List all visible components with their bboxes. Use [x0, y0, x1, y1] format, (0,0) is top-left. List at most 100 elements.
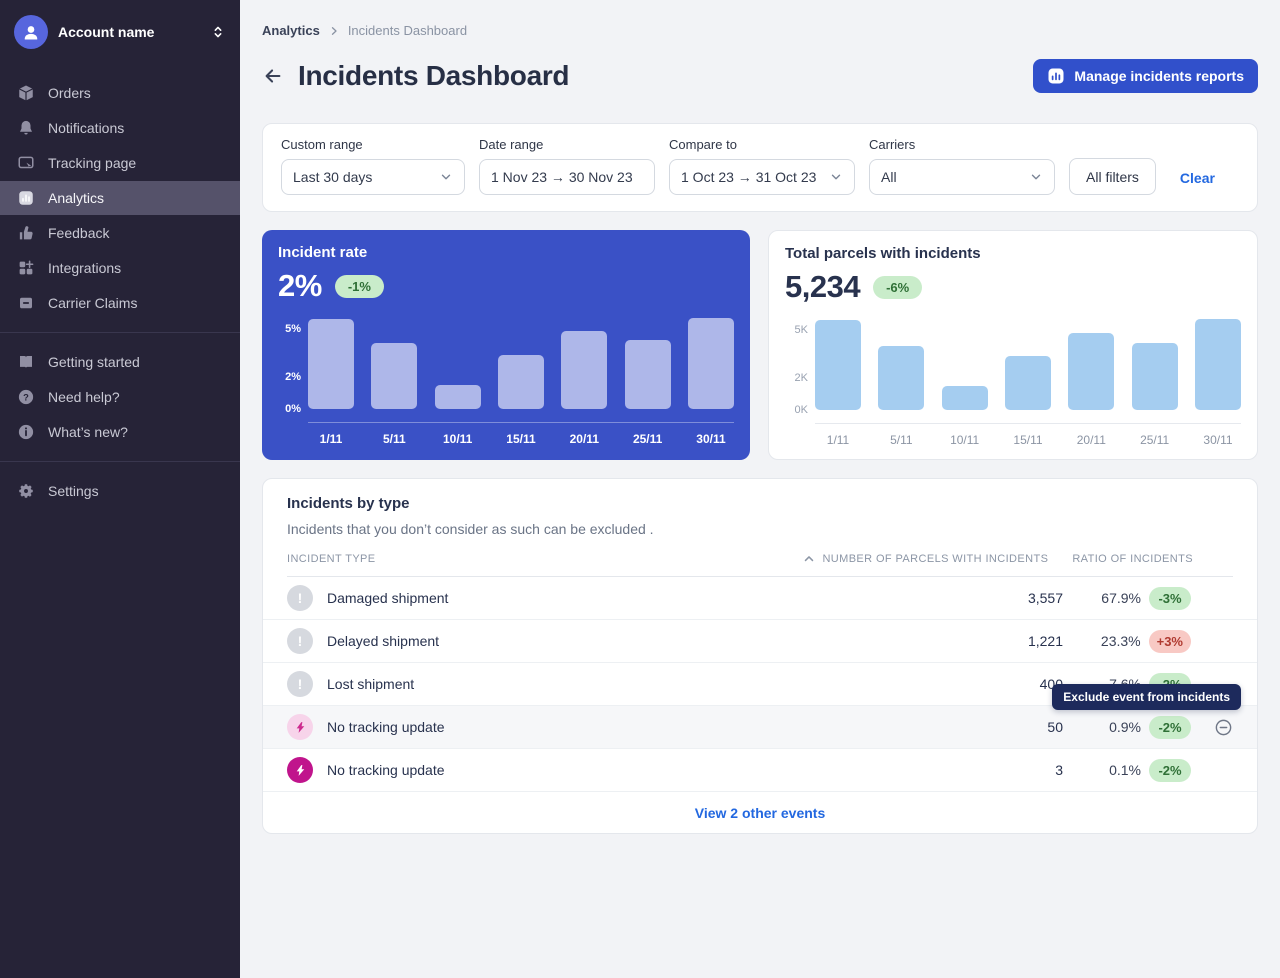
metric-value: 5,234	[785, 269, 860, 305]
metric-value: 2%	[278, 268, 322, 304]
view-other-events-link[interactable]: View 2 other events	[695, 805, 825, 821]
x-tick-label: 30/11	[688, 432, 734, 446]
account-name: Account name	[58, 24, 200, 40]
alert-icon: !	[287, 628, 313, 654]
table-row[interactable]: ! Delayed shipment 1,221 23.3% +3%	[263, 620, 1257, 663]
sidebar-item-carrier-claims[interactable]: Carrier Claims	[0, 286, 240, 320]
analytics-icon	[17, 189, 35, 207]
x-axis-line	[308, 422, 734, 423]
date-range-field: Date range 1 Nov 23 → 30 Nov 23	[479, 137, 655, 195]
incident-type: No tracking update	[327, 719, 445, 735]
minus-circle-icon	[1214, 718, 1233, 737]
sidebar-item-feedback[interactable]: Feedback	[0, 216, 240, 250]
parcels-count: 3,557	[953, 590, 1063, 606]
sort-caret-up-icon[interactable]	[802, 552, 816, 566]
compare-to-field: Compare to 1 Oct 23 → 31 Oct 23	[669, 137, 855, 195]
sidebar-item-label: What’s new?	[48, 424, 128, 440]
table-row[interactable]: ! Damaged shipment 3,557 67.9% -3%	[263, 577, 1257, 620]
custom-range-value: Last 30 days	[293, 169, 372, 185]
table-subtitle: Incidents that you don’t consider as suc…	[287, 521, 1233, 537]
delta-badge: -6%	[873, 276, 922, 299]
sidebar-item-analytics[interactable]: Analytics	[0, 181, 240, 215]
chart-bar	[1132, 343, 1178, 410]
clear-filters-link[interactable]: Clear	[1180, 170, 1215, 186]
bars	[815, 314, 1241, 410]
table-row[interactable]: No tracking update 3 0.1% -2%	[263, 749, 1257, 792]
table-row-hovered[interactable]: No tracking update 50 0.9% -2% Exclude e…	[263, 706, 1257, 749]
y-tick-label: 2%	[285, 371, 301, 383]
chart-title: Incident rate	[278, 244, 734, 261]
chart-bar	[561, 331, 607, 409]
delta-badge: -3%	[1149, 587, 1191, 610]
custom-range-select[interactable]: Last 30 days	[281, 159, 465, 195]
sidebar-divider	[0, 332, 240, 333]
manage-incidents-reports-button[interactable]: Manage incidents reports	[1033, 59, 1258, 93]
incident-type: Damaged shipment	[327, 590, 448, 606]
sidebar-item-notifications[interactable]: Notifications	[0, 111, 240, 145]
carrier-claims-icon	[17, 294, 35, 312]
sidebar-item-whats-new[interactable]: What’s new?	[0, 415, 240, 449]
compare-to-select[interactable]: 1 Oct 23 → 31 Oct 23	[669, 159, 855, 195]
chart-bar	[625, 340, 671, 409]
metric-row: 5,234 -6%	[785, 269, 1241, 305]
arrow-left-icon	[262, 65, 284, 87]
x-tick-label: 1/11	[308, 432, 354, 446]
table-title: Incidents by type	[287, 495, 1233, 512]
sidebar-item-orders[interactable]: Orders	[0, 76, 240, 110]
breadcrumb-analytics[interactable]: Analytics	[262, 23, 320, 38]
main-content: Analytics Incidents Dashboard Incidents …	[240, 0, 1280, 978]
table-header: INCIDENT TYPE NUMBER OF PARCELS WITH INC…	[287, 552, 1233, 577]
chevron-down-icon	[1029, 170, 1043, 184]
y-tick-label: 2K	[795, 372, 808, 384]
sidebar-nav: Orders Notifications Tracking page Analy…	[0, 75, 240, 509]
avatar	[14, 15, 48, 49]
chart-title: Total parcels with incidents	[785, 245, 1241, 262]
date-range-input[interactable]: 1 Nov 23 → 30 Nov 23	[479, 159, 655, 195]
delta-badge: -2%	[1149, 716, 1191, 739]
sidebar-item-settings[interactable]: Settings	[0, 474, 240, 508]
exclude-event-button[interactable]	[1214, 718, 1233, 737]
chevron-up-down-icon[interactable]	[210, 24, 226, 40]
parcels-count: 50	[953, 719, 1063, 735]
col-number-of-parcels[interactable]: NUMBER OF PARCELS WITH INCIDENTS	[822, 553, 1048, 565]
filter-bar: Custom range Last 30 days Date range 1 N…	[262, 123, 1258, 212]
incident-type: No tracking update	[327, 762, 445, 778]
sidebar-item-label: Tracking page	[48, 155, 136, 171]
sidebar-item-label: Orders	[48, 85, 91, 101]
delta-badge: +3%	[1149, 630, 1191, 653]
sidebar-item-need-help[interactable]: ? Need help?	[0, 380, 240, 414]
all-filters-button[interactable]: All filters	[1069, 158, 1156, 195]
alert-icon: !	[287, 671, 313, 697]
account-switcher[interactable]: Account name	[0, 0, 240, 61]
ratio-value: 23.3%	[1101, 633, 1141, 649]
table-footer: View 2 other events	[287, 792, 1233, 833]
chart-bar	[815, 320, 861, 410]
sidebar-item-tracking-page[interactable]: Tracking page	[0, 146, 240, 180]
total-parcels-chart: 0K2K5K 1/115/1110/1115/1120/1125/1130/11	[785, 314, 1241, 447]
alert-icon: !	[287, 585, 313, 611]
sidebar-item-integrations[interactable]: Integrations	[0, 251, 240, 285]
total-parcels-card: Total parcels with incidents 5,234 -6% 0…	[768, 230, 1258, 460]
sidebar-item-getting-started[interactable]: Getting started	[0, 345, 240, 379]
date-range-label: Date range	[479, 137, 655, 152]
x-tick-label: 5/11	[878, 433, 924, 447]
chart-bar	[308, 319, 354, 409]
chart-bar	[688, 318, 734, 409]
carriers-select[interactable]: All	[869, 159, 1055, 195]
chevron-right-icon	[328, 25, 340, 37]
parcels-count: 3	[953, 762, 1063, 778]
bell-icon	[17, 119, 35, 137]
sidebar-item-label: Analytics	[48, 190, 104, 206]
chevron-down-icon	[439, 170, 453, 184]
chart-bar	[878, 346, 924, 410]
incident-rate-chart: 0%2%5% 1/115/1110/1115/1120/1125/1130/11	[278, 313, 734, 446]
sidebar-item-label: Notifications	[48, 120, 124, 136]
plot-area: 1/115/1110/1115/1120/1125/1130/11	[815, 314, 1241, 447]
package-icon	[17, 84, 35, 102]
date-range-value: 1 Nov 23 → 30 Nov 23	[491, 169, 633, 185]
carriers-label: Carriers	[869, 137, 1055, 152]
y-axis: 0%2%5%	[278, 313, 308, 409]
metric-row: 2% -1%	[278, 268, 734, 304]
book-icon	[17, 353, 35, 371]
back-button[interactable]	[262, 65, 284, 87]
